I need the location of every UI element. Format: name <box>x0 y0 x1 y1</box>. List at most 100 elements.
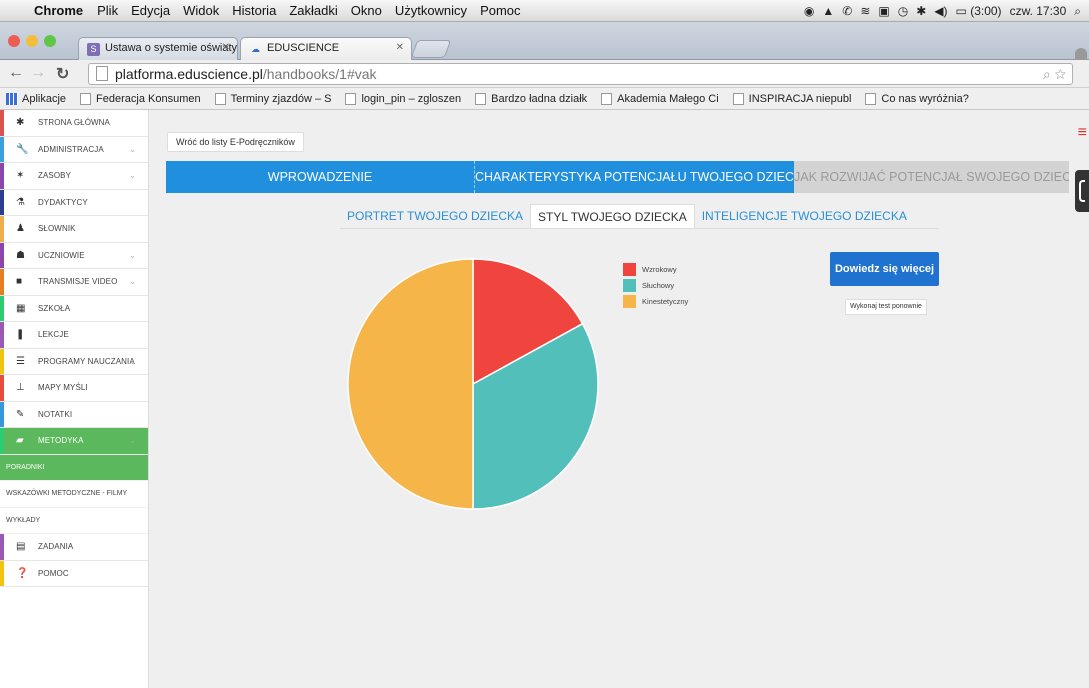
sidebar-color-bar <box>0 295 4 321</box>
sidebar-color-bar <box>0 163 4 189</box>
tab-eduscience[interactable]: ☁ EDUSCIENCE ✕ <box>240 37 412 60</box>
sidebar-subitem[interactable]: WYKŁADY <box>0 508 148 534</box>
bookmark-item[interactable]: login_pin – zgloszen <box>345 92 461 105</box>
bookmark-item[interactable]: Aplikacje <box>6 92 66 105</box>
sidebar-item[interactable]: ☰ PROGRAMY NAUCZANIA ⌄ <box>0 348 148 375</box>
clock[interactable]: czw. 17:30 <box>1010 4 1067 18</box>
bookmark-item[interactable]: Akademia Małego Ci <box>601 92 719 105</box>
sidebar-item[interactable]: ■ TRANSMISJE VIDEO ⌄ <box>0 269 148 296</box>
wifi-icon[interactable]: ≋ <box>860 4 870 18</box>
battery-status[interactable]: ▭ (3:00) <box>956 4 1002 18</box>
subsection-tab[interactable]: INTELIGENCJE TWOJEGO DZIECKA <box>695 204 914 228</box>
forward-arrow-icon[interactable]: → <box>30 64 46 82</box>
chevron-down-icon: ⌄ <box>129 250 136 260</box>
menu-item[interactable]: Użytkownicy <box>395 3 467 18</box>
section-tab[interactable]: WPROWADZENIE <box>166 161 474 193</box>
section-tab[interactable]: CHARAKTERYSTYKA POTENCJAŁU TWOJEGO DZIEC… <box>474 161 794 193</box>
building-icon: ▦ <box>16 302 26 314</box>
bookmark-page-icon <box>214 92 226 105</box>
menu-item[interactable]: Zakładki <box>289 3 337 18</box>
sidebar-color-bar <box>0 322 4 348</box>
bookmark-item[interactable]: Bardzo ładna działk <box>475 92 587 105</box>
back-to-handbooks-button[interactable]: Wróć do listy E-Podręczników <box>167 132 304 152</box>
group-icon: ☗ <box>16 249 26 261</box>
sidebar-item[interactable]: ❚ LEKCJE <box>0 322 148 349</box>
url-path: /handbooks/1#vak <box>262 66 377 82</box>
sidebar-item[interactable]: ☗ UCZNIOWIE ⌄ <box>0 242 148 269</box>
sidebar-item[interactable]: ♟ SŁOWNIK <box>0 216 148 243</box>
sidebar-item[interactable]: ❓ POMOC <box>0 560 148 587</box>
menu-item[interactable]: Edycja <box>131 3 170 18</box>
magic-wand-icon: ✶ <box>16 170 25 181</box>
back-arrow-icon[interactable]: ← <box>8 64 24 82</box>
display-icon[interactable]: ▣ <box>878 4 889 18</box>
pencil-icon: ✎ <box>16 408 25 420</box>
zoom-window-button[interactable] <box>44 35 56 47</box>
phone-icon[interactable]: ✆ <box>842 4 852 18</box>
menu-item[interactable]: Historia <box>232 3 276 18</box>
page-icon <box>96 66 108 81</box>
bookmark-star-icon[interactable]: ⌕ ☆ <box>1043 64 1066 84</box>
menu-item[interactable]: Okno <box>351 3 382 18</box>
sidebar-item[interactable]: ▰ METODYKA ⌄ <box>0 428 148 455</box>
new-tab-button[interactable] <box>410 40 452 58</box>
pie-slice-kinestetyczny[interactable] <box>347 258 474 510</box>
sidebar-item-label: MAPY MYŚLI <box>38 383 88 392</box>
bookmark-item[interactable]: Federacja Konsumen <box>80 92 201 105</box>
chart-legend: Wzrokowy Słuchowy Kinestetyczny <box>623 261 688 309</box>
sidebar-item-label: POMOC <box>38 568 69 578</box>
bookmark-page-icon <box>475 92 487 105</box>
skype-icon[interactable]: ◉ <box>804 4 814 18</box>
sidebar-item[interactable]: ▤ ZADANIA <box>0 534 148 561</box>
learn-more-button[interactable]: Dowiedz się więcej <box>830 252 939 286</box>
time-machine-icon[interactable]: ◷ <box>898 4 908 18</box>
volume-icon[interactable]: ◀) <box>934 4 947 18</box>
reload-icon[interactable]: ↻ <box>56 64 69 84</box>
sidebar-item-label: PROGRAMY NAUCZANIA <box>38 356 135 366</box>
person-icon: ♟ <box>16 223 26 234</box>
sidebar-subitem[interactable]: WSKAZÓWKI METODYCZNE - FILMY <box>0 481 148 508</box>
sidebar-color-bar <box>0 242 4 268</box>
main-content: Wróć do listy E-Podręczników WPROWADZENI… <box>150 110 1089 688</box>
sidebar-item[interactable]: ⚗ DYDAKTYCY <box>0 189 148 216</box>
sidebar-bottom-items: ▤ ZADANIA ❓ POMOC <box>0 534 148 587</box>
bookmark-item[interactable]: INSPIRACJA niepubl <box>732 92 851 105</box>
menu-item[interactable]: Plik <box>97 3 118 18</box>
sidebar-item-label: STRONA GŁÓWNA <box>38 118 110 127</box>
minimize-window-button[interactable] <box>26 35 38 47</box>
bookmark-label: Akademia Małego Ci <box>617 92 719 105</box>
subsection-tab[interactable]: STYL TWOJEGO DZIECKA <box>530 204 695 228</box>
tab-close-icon[interactable]: ✕ <box>396 42 404 53</box>
tab-ustawa[interactable]: S Ustawa o systemie oświaty ✕ <box>78 37 238 60</box>
bookmark-item[interactable]: Terminy zjazdów – S <box>214 92 331 105</box>
sidebar-item[interactable]: 🔧 ADMINISTRACJA ⌄ <box>0 136 148 163</box>
chevron-down-icon: ⌄ <box>129 436 136 445</box>
bluetooth-icon[interactable]: ✱ <box>916 4 926 18</box>
tab-close-icon[interactable]: ✕ <box>222 42 230 53</box>
spotlight-icon[interactable]: ⌕ <box>1074 4 1081 19</box>
menu-item[interactable]: Pomoc <box>480 3 520 18</box>
tab-favicon-icon: ☁ <box>251 44 260 54</box>
question-icon: ❓ <box>16 567 29 579</box>
sidebar-item[interactable]: ▦ SZKOŁA <box>0 295 148 322</box>
bookmark-item[interactable]: Co nas wyróżnia? <box>865 92 969 105</box>
app-menu-chrome[interactable]: Chrome <box>34 3 83 18</box>
sidebar-subitem[interactable]: PORADNIKI <box>0 454 148 481</box>
chevron-down-icon: ⌄ <box>129 144 136 154</box>
sidebar-color-bar <box>0 534 4 560</box>
sidebar-item[interactable]: ✱ STRONA GŁÓWNA <box>0 110 148 137</box>
sidebar-color-bar <box>0 269 4 295</box>
sidebar-item[interactable]: ✎ NOTATKI <box>0 401 148 428</box>
close-window-button[interactable] <box>8 35 20 47</box>
url-input[interactable]: platforma.eduscience.pl/handbooks/1#vak … <box>88 63 1073 85</box>
section-tab[interactable]: JAK ROZWIJAĆ POTENCJAŁ SWOJEGO DZIECKA? <box>794 161 1069 193</box>
menu-item[interactable]: Widok <box>183 3 219 18</box>
retake-test-button[interactable]: Wykonaj test ponownie <box>845 299 927 315</box>
sidebar-item-label: METODYKA <box>38 436 84 445</box>
side-widget-tab[interactable] <box>1075 170 1089 212</box>
subsection-tab[interactable]: PORTRET TWOJEGO DZIECKA <box>340 204 530 228</box>
legend-label: Kinestetyczny <box>642 296 689 306</box>
bell-icon[interactable]: ▲ <box>822 4 834 18</box>
sidebar-item[interactable]: ⊥ MAPY MYŚLI <box>0 375 148 402</box>
sidebar-item[interactable]: ✶ ZASOBY ⌄ <box>0 163 148 190</box>
